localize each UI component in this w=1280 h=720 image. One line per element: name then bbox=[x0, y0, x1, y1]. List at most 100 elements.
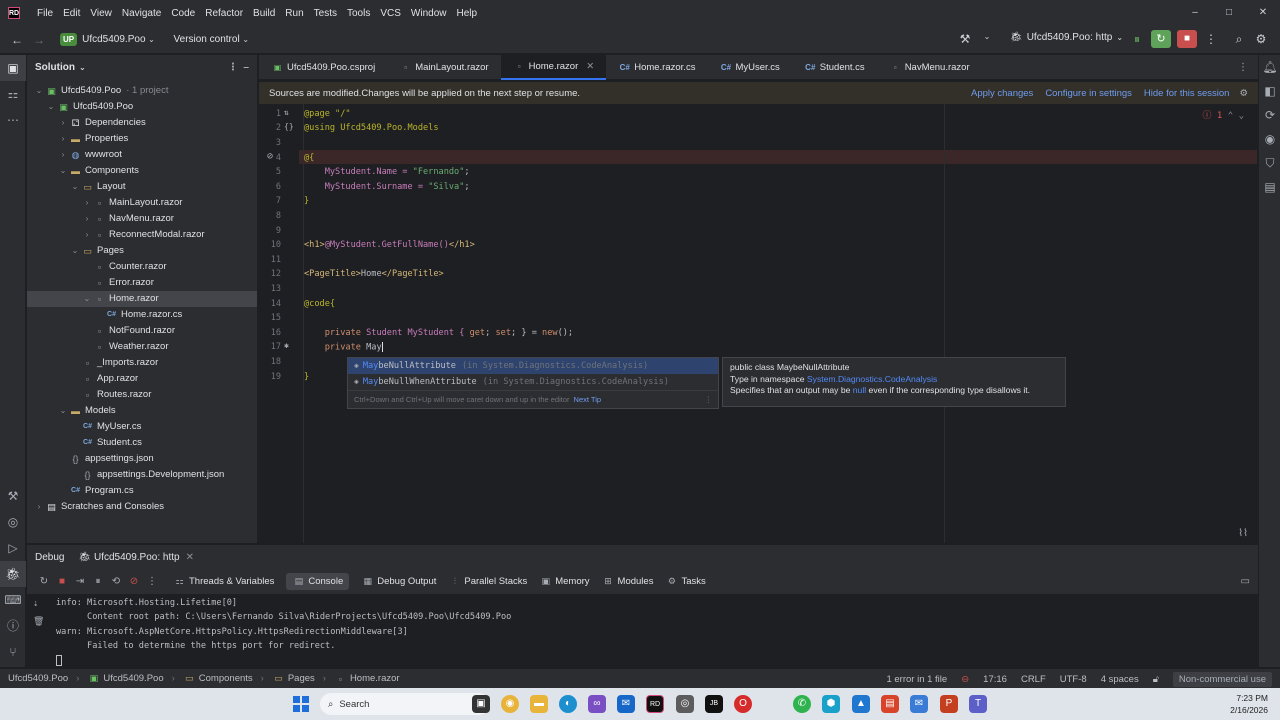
endpoints-icon[interactable]: ◉ bbox=[1259, 127, 1280, 151]
close-icon[interactable]: ✕ bbox=[186, 552, 194, 563]
menu-refactor[interactable]: Refactor bbox=[200, 8, 248, 19]
chevron-right-icon[interactable]: › bbox=[81, 211, 93, 227]
tree-appsettings-dev[interactable]: {} appsettings.Development.json bbox=[27, 467, 257, 483]
tab-console[interactable]: ▤ Console bbox=[286, 573, 350, 590]
more-icon[interactable]: ⋮ bbox=[143, 576, 161, 587]
breadcrumb-item[interactable]: ▭ Components bbox=[183, 673, 253, 684]
tab-home-razor[interactable]: ▫ Home.razor ✕ bbox=[500, 54, 607, 80]
tree-program[interactable]: C# Program.cs bbox=[27, 483, 257, 499]
chevron-down-icon[interactable]: ⌄ bbox=[45, 99, 57, 115]
panel-options-icon[interactable]: ⋮ – bbox=[228, 62, 257, 73]
chevron-down-icon[interactable]: ⌄ bbox=[240, 35, 252, 44]
terminal-icon[interactable]: ⌨ bbox=[0, 587, 26, 613]
tab-home-razor-cs[interactable]: C# Home.razor.cs bbox=[606, 55, 707, 80]
tab-parallel-stacks[interactable]: ⫶ Parallel Stacks bbox=[448, 576, 527, 587]
whatsapp-icon[interactable]: ✆ bbox=[793, 695, 811, 713]
hide-session-link[interactable]: Hide for this session bbox=[1144, 88, 1230, 99]
indent-setting[interactable]: 4 spaces bbox=[1101, 674, 1139, 685]
menu-build[interactable]: Build bbox=[248, 8, 280, 19]
coverage-icon[interactable]: ⛉ bbox=[1259, 151, 1280, 175]
search-icon[interactable]: ⌕ bbox=[1228, 32, 1250, 47]
tree-imports[interactable]: ▫ _Imports.razor bbox=[27, 355, 257, 371]
breadcrumb-item[interactable]: ▣ Ufcd5409.Poo bbox=[87, 673, 164, 684]
completion-item[interactable]: ◈ MaybeNullWhenAttribute (in System.Diagno… bbox=[348, 374, 718, 390]
tree-myuser[interactable]: C# MyUser.cs bbox=[27, 419, 257, 435]
tab-debug-output[interactable]: ▦ Debug Output bbox=[361, 576, 436, 587]
settings-icon[interactable]: ⚙ bbox=[1250, 32, 1272, 46]
console-output[interactable]: ⇣ 🗑︎ info: Microsoft.Hosting.Lifetime[0]… bbox=[27, 595, 1258, 669]
debug-title[interactable]: Debug bbox=[35, 552, 64, 563]
menu-view[interactable]: View bbox=[85, 8, 117, 19]
close-tab-icon[interactable]: ✕ bbox=[586, 54, 594, 79]
jetbrains-icon[interactable]: JB bbox=[705, 695, 723, 713]
visual-studio-icon[interactable]: ∞ bbox=[588, 695, 606, 713]
run-icon[interactable]: ▷ bbox=[0, 535, 26, 561]
app-icon[interactable]: ▲ bbox=[852, 695, 870, 713]
lightbulb-icon[interactable]: ✱ bbox=[284, 341, 289, 350]
chevron-down-icon[interactable]: ⌄ bbox=[79, 63, 86, 72]
code-area[interactable]: @page "/" @using Ufcd5409.Poo.Models @{ … bbox=[304, 104, 1244, 543]
rider-taskbar-icon[interactable]: RD bbox=[646, 695, 664, 713]
stop-icon[interactable]: ■ bbox=[53, 576, 71, 587]
minimize-icon[interactable]: – bbox=[1178, 0, 1212, 26]
scroll-to-end-icon[interactable]: ⇣ bbox=[33, 599, 38, 609]
clear-console-icon[interactable]: 🗑︎ bbox=[33, 617, 44, 627]
chevron-down-icon[interactable]: ⌄ bbox=[33, 83, 45, 99]
caret-position[interactable]: 17:16 bbox=[983, 674, 1007, 685]
chevron-down-icon[interactable]: ⌄ bbox=[57, 403, 69, 419]
windows-start-icon[interactable] bbox=[293, 696, 309, 712]
tree-models[interactable]: ⌄ ▬ Models bbox=[27, 403, 257, 419]
tree-routes[interactable]: ▫ Routes.razor bbox=[27, 387, 257, 403]
file-explorer-icon[interactable]: ▬ bbox=[530, 695, 548, 713]
tab-memory[interactable]: ▣ Memory bbox=[539, 576, 589, 587]
menu-window[interactable]: Window bbox=[406, 8, 452, 19]
tab-modules[interactable]: ⊞ Modules bbox=[602, 576, 653, 587]
tab-student[interactable]: C# Student.cs bbox=[792, 55, 877, 80]
menu-navigate[interactable]: Navigate bbox=[117, 8, 166, 19]
ai-icon[interactable]: ⌇⌇ bbox=[1238, 528, 1248, 539]
debug-icon[interactable]: 🐞︎ bbox=[0, 561, 26, 587]
taskbar-search[interactable]: ⌕ Search bbox=[320, 693, 490, 715]
tab-mainlayout[interactable]: ▫ MainLayout.razor bbox=[387, 55, 500, 80]
file-encoding[interactable]: UTF-8 bbox=[1060, 674, 1087, 685]
chevron-down-icon[interactable]: ⌄ bbox=[69, 243, 81, 259]
more-icon[interactable]: ⋮ bbox=[705, 391, 713, 409]
run-configuration-selector[interactable]: 🐞︎ Ufcd5409.Poo: http ⌄ bbox=[1010, 32, 1123, 43]
lock-icon[interactable]: 🔓︎ bbox=[1153, 674, 1159, 685]
menu-tests[interactable]: Tests bbox=[309, 8, 342, 19]
restart-icon[interactable]: ⟲ bbox=[107, 576, 125, 587]
forward-icon[interactable]: → bbox=[28, 33, 50, 47]
tree-app[interactable]: ▫ App.razor bbox=[27, 371, 257, 387]
chevron-down-icon[interactable]: ⌄ bbox=[57, 163, 69, 179]
tree-home[interactable]: ⌄ ▫ Home.razor bbox=[27, 291, 257, 307]
version-control-selector[interactable]: Version control bbox=[174, 34, 240, 45]
tree-properties[interactable]: › ▬ Properties bbox=[27, 131, 257, 147]
tree-weather[interactable]: ▫ Weather.razor bbox=[27, 339, 257, 355]
tree-components[interactable]: ⌄ ▬ Components bbox=[27, 163, 257, 179]
tree-reconnect[interactable]: › ▫ ReconnectModal.razor bbox=[27, 227, 257, 243]
rerun-icon[interactable]: ↻ bbox=[35, 576, 53, 587]
mail-icon[interactable]: ✉ bbox=[910, 695, 928, 713]
next-tip-link[interactable]: Next Tip bbox=[574, 395, 602, 404]
chevron-right-icon[interactable]: › bbox=[33, 499, 45, 515]
tree-navmenu[interactable]: › ▫ NavMenu.razor bbox=[27, 211, 257, 227]
tab-myuser[interactable]: C# MyUser.cs bbox=[707, 55, 791, 80]
pause-icon[interactable]: ⏸ bbox=[89, 576, 107, 587]
gear-icon[interactable]: ⚙ bbox=[1239, 88, 1248, 99]
solution-explorer-icon[interactable]: ▣ bbox=[0, 55, 26, 81]
opera-icon[interactable]: O bbox=[734, 695, 752, 713]
mute-breakpoints-icon[interactable]: ⊘ bbox=[125, 576, 143, 587]
apply-changes-link[interactable]: Apply changes bbox=[971, 88, 1033, 99]
app-icon[interactable]: ⬢ bbox=[822, 695, 840, 713]
menu-help[interactable]: Help bbox=[451, 8, 482, 19]
project-badge[interactable]: UP bbox=[60, 33, 78, 46]
license-badge[interactable]: Non-commercial use bbox=[1172, 671, 1272, 687]
menu-vcs[interactable]: VCS bbox=[375, 8, 406, 19]
structure-icon[interactable]: ⚏ bbox=[0, 81, 26, 107]
teams-icon[interactable]: T bbox=[969, 695, 987, 713]
chevron-right-icon[interactable]: › bbox=[57, 147, 69, 163]
ai-assistant-icon[interactable]: ⟳ bbox=[1259, 103, 1280, 127]
braces-icon[interactable]: {} bbox=[284, 122, 294, 131]
tree-notfound[interactable]: ▫ NotFound.razor bbox=[27, 323, 257, 339]
menu-run[interactable]: Run bbox=[280, 8, 308, 19]
